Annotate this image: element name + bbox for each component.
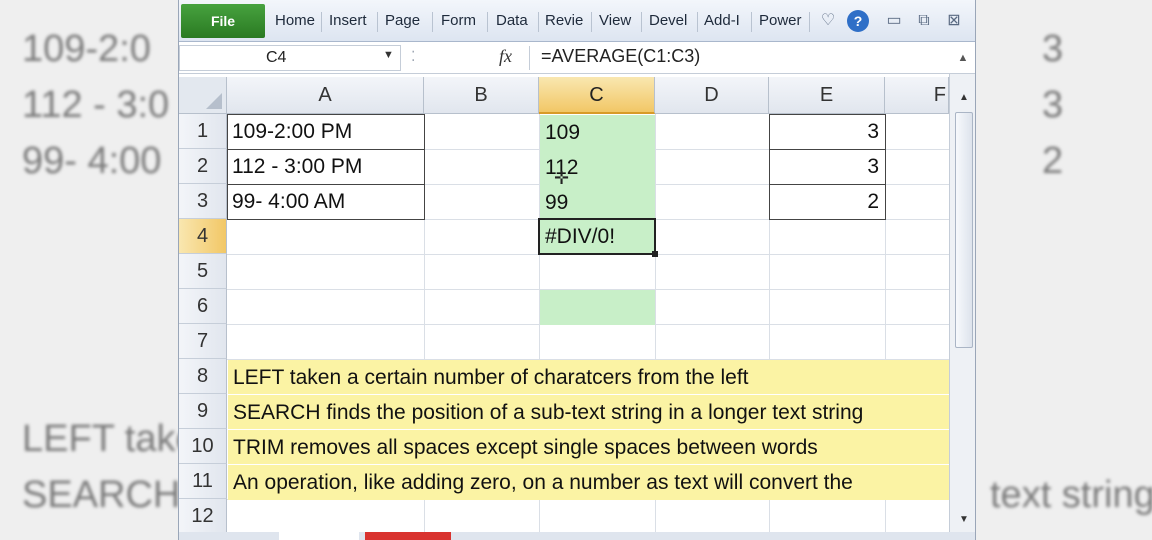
- cell-c3[interactable]: 99: [540, 185, 655, 220]
- tab-review[interactable]: Revie: [545, 12, 589, 32]
- scroll-down-icon[interactable]: ▼: [956, 514, 972, 528]
- chevron-down-icon[interactable]: ▼: [383, 49, 394, 61]
- expand-formula-bar-button[interactable]: ▲: [953, 46, 973, 70]
- cell-a9[interactable]: SEARCH finds the position of a sub-text …: [228, 395, 949, 430]
- cell-a10[interactable]: TRIM removes all spaces except single sp…: [228, 430, 949, 465]
- tab-separator: [697, 12, 698, 32]
- tab-powerpivot[interactable]: Power: [759, 12, 805, 32]
- excel-window: File Home Insert Page Form Data Revie Vi…: [178, 0, 976, 540]
- background-text: 109-2:0: [22, 28, 151, 70]
- formula-bar: C4 ▼ ⁚ fx =AVERAGE(C1:C3) ▲: [179, 42, 975, 74]
- gridline: [227, 464, 949, 465]
- drag-handle-icon[interactable]: ⁚: [411, 48, 423, 68]
- cell-c4-value: #DIV/0!: [545, 225, 616, 248]
- row-header-7[interactable]: 7: [179, 324, 227, 359]
- cell-a2[interactable]: 112 - 3:00 PM: [227, 149, 424, 184]
- close-icon[interactable]: ⊠: [943, 10, 965, 32]
- tab-insert[interactable]: Insert: [329, 12, 375, 32]
- background-text: 2: [1042, 140, 1064, 182]
- select-all-button[interactable]: [179, 77, 227, 114]
- row-header-9[interactable]: 9: [179, 394, 227, 429]
- fill-handle[interactable]: [652, 251, 658, 257]
- cursor-icon: ✛: [554, 168, 570, 188]
- tab-separator: [487, 12, 488, 32]
- column-header-d[interactable]: D: [655, 77, 769, 114]
- tab-formulas[interactable]: Form: [441, 12, 485, 32]
- background-text: 3: [1042, 28, 1064, 70]
- row-header-10[interactable]: 10: [179, 429, 227, 464]
- column-header-c[interactable]: C: [539, 77, 655, 114]
- cell-e2[interactable]: 3: [769, 149, 885, 184]
- cell-e1[interactable]: 3: [769, 114, 885, 149]
- column-header-f[interactable]: F: [885, 77, 949, 114]
- scroll-up-icon[interactable]: ▲: [956, 92, 972, 106]
- background-text: 112 - 3:0: [22, 84, 170, 126]
- row-header-1[interactable]: 1: [179, 114, 227, 149]
- row-header-8[interactable]: 8: [179, 359, 227, 394]
- column-header-b[interactable]: B: [424, 77, 539, 114]
- minimize-icon[interactable]: ▭: [883, 10, 905, 32]
- file-tab[interactable]: File: [181, 4, 265, 38]
- row-header-5[interactable]: 5: [179, 254, 227, 289]
- cell-border: [769, 149, 885, 150]
- tab-add-ins[interactable]: Add-I: [704, 12, 748, 32]
- row-header-3[interactable]: 3: [179, 184, 227, 219]
- vertical-scrollbar[interactable]: ▲ ▼: [949, 74, 975, 540]
- restore-icon[interactable]: ⧉: [913, 10, 935, 32]
- insert-function-button[interactable]: fx: [499, 46, 512, 67]
- tab-separator: [432, 12, 433, 32]
- gridline: [227, 429, 949, 430]
- scroll-thumb[interactable]: [955, 112, 973, 348]
- column-header-e[interactable]: E: [769, 77, 885, 114]
- cell-a1[interactable]: 109-2:00 PM: [227, 114, 424, 149]
- tab-separator: [321, 12, 322, 32]
- cell-border: [769, 184, 885, 185]
- cell-border: [227, 184, 424, 185]
- background-text: LEFT take: [22, 418, 178, 460]
- tab-separator: [377, 12, 378, 32]
- cell-a3[interactable]: 99- 4:00 AM: [227, 184, 424, 219]
- tab-separator: [751, 12, 752, 32]
- row-header-12[interactable]: 12: [179, 499, 227, 534]
- background-text: 3: [1042, 84, 1064, 126]
- column-header-a[interactable]: A: [227, 77, 424, 114]
- tab-data[interactable]: Data: [496, 12, 536, 32]
- sheet-tabs: [179, 532, 975, 540]
- row-header-6[interactable]: 6: [179, 289, 227, 324]
- tab-home[interactable]: Home: [275, 12, 319, 32]
- tab-view[interactable]: View: [599, 12, 639, 32]
- cell-border: [227, 149, 424, 150]
- spreadsheet-grid: A B C D E F 1 2 3 4 5 6 7 8 9 10 11 12 1…: [179, 74, 949, 540]
- active-cell-c4[interactable]: #DIV/0!: [538, 218, 656, 255]
- cell-e3[interactable]: 2: [769, 184, 885, 219]
- tab-separator: [641, 12, 642, 32]
- tab-developer[interactable]: Devel: [649, 12, 695, 32]
- divider: [529, 46, 530, 70]
- cell-c1[interactable]: 109: [540, 115, 655, 150]
- background-left: 109-2:0 112 - 3:0 99- 4:00 LEFT take SEA…: [0, 0, 178, 540]
- sheet-tab[interactable]: [365, 532, 451, 540]
- tab-page-layout[interactable]: Page: [385, 12, 425, 32]
- cell-a11[interactable]: An operation, like adding zero, on a num…: [228, 465, 949, 500]
- background-text: text string: [990, 474, 1152, 516]
- gridline: [227, 394, 949, 395]
- cell-a8[interactable]: LEFT taken a certain number of charatcer…: [228, 360, 949, 395]
- cell-c6[interactable]: [540, 290, 655, 325]
- tab-separator: [591, 12, 592, 32]
- formula-input[interactable]: =AVERAGE(C1:C3): [541, 46, 700, 67]
- help-icon[interactable]: ?: [847, 10, 869, 32]
- row-header-4[interactable]: 4: [179, 219, 227, 254]
- sheet-tab[interactable]: [279, 532, 359, 540]
- ribbon: File Home Insert Page Form Data Revie Vi…: [179, 0, 975, 42]
- background-text: 99- 4:00: [22, 140, 162, 182]
- name-box[interactable]: C4 ▼: [179, 45, 401, 71]
- row-header-11[interactable]: 11: [179, 464, 227, 499]
- background-right: 3 3 2 text string: [976, 0, 1152, 540]
- heart-icon[interactable]: ♡: [817, 10, 839, 32]
- tab-separator: [809, 12, 810, 32]
- row-header-2[interactable]: 2: [179, 149, 227, 184]
- background-text: SEARCH: [22, 474, 178, 516]
- name-box-value: C4: [266, 49, 287, 66]
- tab-separator: [538, 12, 539, 32]
